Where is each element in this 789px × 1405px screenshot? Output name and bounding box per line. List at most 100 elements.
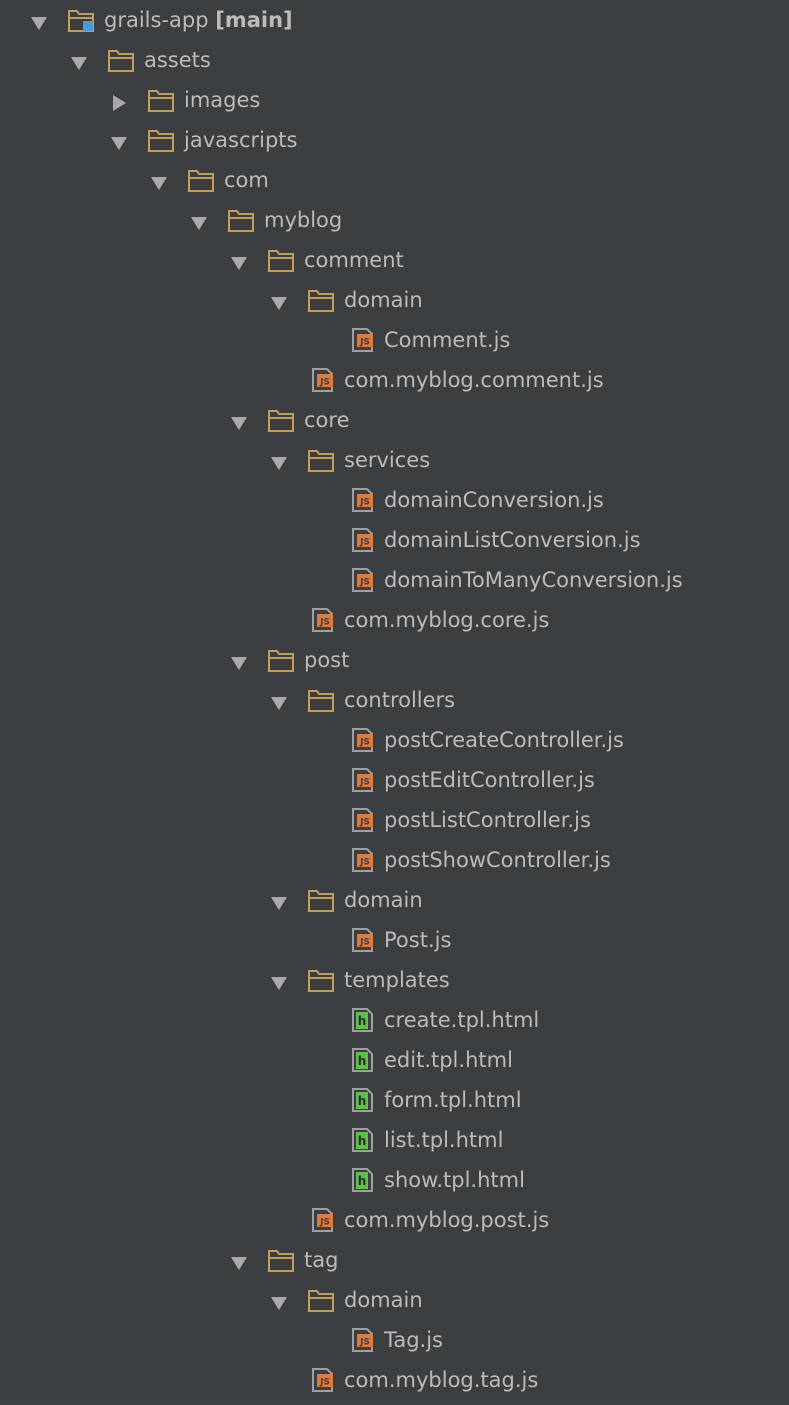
tree-item-name: postCreateController.js <box>384 728 624 752</box>
triangle-down-icon[interactable] <box>30 12 48 30</box>
tree-file-row[interactable]: JS postCreateController.js <box>0 720 789 760</box>
tree-item-label: com.myblog.post.js <box>344 1207 549 1233</box>
tree-item-name: com.myblog.core.js <box>344 608 550 632</box>
tree-file-row[interactable]: h form.tpl.html <box>0 1080 789 1120</box>
tree-folder-row[interactable]: images <box>0 80 789 120</box>
tree-file-row[interactable]: h create.tpl.html <box>0 1000 789 1040</box>
tree-item-name: Post.js <box>384 928 452 952</box>
triangle-down-icon[interactable] <box>230 1252 248 1270</box>
tree-folder-row[interactable]: core <box>0 400 789 440</box>
triangle-down-icon[interactable] <box>230 652 248 670</box>
tree-item-label: myblog <box>264 207 342 233</box>
triangle-down-icon[interactable] <box>270 1292 288 1310</box>
tree-item-name: domain <box>344 288 423 312</box>
triangle-down-icon[interactable] <box>270 892 288 910</box>
tree-folder-row[interactable]: myblog <box>0 200 789 240</box>
tree-file-row[interactable]: JS Post.js <box>0 920 789 960</box>
tree-file-row[interactable]: h show.tpl.html <box>0 1160 789 1200</box>
tree-file-row[interactable]: JS domainListConversion.js <box>0 520 789 560</box>
tree-file-row[interactable]: JS postListController.js <box>0 800 789 840</box>
tree-file-row[interactable]: JS postShowController.js <box>0 840 789 880</box>
tree-item-label: edit.tpl.html <box>384 1047 513 1073</box>
tree-file-row[interactable]: JS postEditController.js <box>0 760 789 800</box>
tree-folder-row[interactable]: templates <box>0 960 789 1000</box>
html-file-icon: h <box>348 1088 374 1112</box>
folder-icon <box>308 688 334 712</box>
tree-item-name: create.tpl.html <box>384 1008 540 1032</box>
js-file-icon: JS <box>348 528 374 552</box>
tree-file-row[interactable]: JS domainToManyConversion.js <box>0 560 789 600</box>
tree-item-name: assets <box>144 48 211 72</box>
js-file-icon: JS <box>348 568 374 592</box>
triangle-down-icon[interactable] <box>270 692 288 710</box>
tree-item-name: domainListConversion.js <box>384 528 641 552</box>
tree-folder-row[interactable]: post <box>0 640 789 680</box>
tree-item-name: postEditController.js <box>384 768 595 792</box>
triangle-right-icon[interactable] <box>110 92 128 111</box>
tree-item-name: Comment.js <box>384 328 511 352</box>
tree-item-name: com.myblog.post.js <box>344 1208 550 1232</box>
tree-folder-row[interactable]: comment <box>0 240 789 280</box>
tree-folder-row[interactable]: domain <box>0 280 789 320</box>
tree-file-row[interactable]: JS com.myblog.tag.js <box>0 1360 789 1400</box>
svg-text:JS: JS <box>319 1218 330 1228</box>
tree-file-row[interactable]: JS com.myblog.comment.js <box>0 360 789 400</box>
tree-item-name: javascripts <box>184 128 298 152</box>
svg-text:JS: JS <box>319 378 330 388</box>
triangle-down-icon[interactable] <box>270 292 288 310</box>
tree-folder-row[interactable]: controllers <box>0 680 789 720</box>
js-file-icon: JS <box>308 368 334 392</box>
tree-file-row[interactable]: JS Tag.js <box>0 1320 789 1360</box>
folder-icon <box>268 248 294 272</box>
tree-item-label: create.tpl.html <box>384 1007 539 1033</box>
tree-folder-row[interactable]: assets <box>0 40 789 80</box>
triangle-down-icon[interactable] <box>110 132 128 150</box>
folder-icon <box>308 288 334 312</box>
tree-item-label: postShowController.js <box>384 847 611 873</box>
tree-folder-row[interactable]: tag <box>0 1240 789 1280</box>
tree-item-name: com.myblog.tag.js <box>344 1368 539 1392</box>
tree-folder-row[interactable]: javascripts <box>0 120 789 160</box>
tree-item-label: com <box>224 167 269 193</box>
triangle-down-icon[interactable] <box>270 972 288 990</box>
tree-folder-row[interactable]: com <box>0 160 789 200</box>
triangle-down-icon[interactable] <box>230 252 248 270</box>
folder-icon <box>268 408 294 432</box>
tree-item-name: com <box>224 168 269 192</box>
folder-icon <box>268 1248 294 1272</box>
triangle-down-icon[interactable] <box>70 52 88 70</box>
tree-item-name: grails-app <box>104 8 209 32</box>
folder-icon <box>308 888 334 912</box>
tree-file-row[interactable]: JS com.myblog.post.js <box>0 1200 789 1240</box>
folder-icon <box>188 168 214 192</box>
html-file-icon: h <box>348 1008 374 1032</box>
tree-file-row[interactable]: JS com.myblog.core.js <box>0 600 789 640</box>
tree-item-label: comment <box>304 247 404 273</box>
html-file-icon: h <box>348 1048 374 1072</box>
folder-icon <box>228 208 254 232</box>
triangle-down-icon[interactable] <box>270 452 288 470</box>
module-folder-icon <box>68 8 94 32</box>
tree-item-label: post <box>304 647 349 673</box>
tree-file-row[interactable]: h edit.tpl.html <box>0 1040 789 1080</box>
triangle-down-icon[interactable] <box>230 412 248 430</box>
project-tree: grails-app [main] assets images javascripts… <box>0 0 789 1405</box>
tree-item-label: postListController.js <box>384 807 591 833</box>
tree-folder-row[interactable]: grails-app [main] <box>0 0 789 40</box>
svg-text:h: h <box>358 1054 367 1068</box>
tree-folder-row[interactable]: services <box>0 440 789 480</box>
tree-item-name: Tag.js <box>384 1328 444 1352</box>
tree-folder-row[interactable]: domain <box>0 880 789 920</box>
tree-file-row[interactable]: JS domainConversion.js <box>0 480 789 520</box>
tree-file-row[interactable]: h list.tpl.html <box>0 1120 789 1160</box>
tree-item-name: postShowController.js <box>384 848 611 872</box>
tree-item-label: domainToManyConversion.js <box>384 567 683 593</box>
js-file-icon: JS <box>348 848 374 872</box>
triangle-down-icon[interactable] <box>190 212 208 230</box>
tree-file-row[interactable]: JS Comment.js <box>0 320 789 360</box>
tree-item-label: core <box>304 407 350 433</box>
tree-folder-row[interactable]: domain <box>0 1280 789 1320</box>
svg-text:JS: JS <box>319 1378 330 1388</box>
triangle-down-icon[interactable] <box>150 172 168 190</box>
js-file-icon: JS <box>308 1368 334 1392</box>
